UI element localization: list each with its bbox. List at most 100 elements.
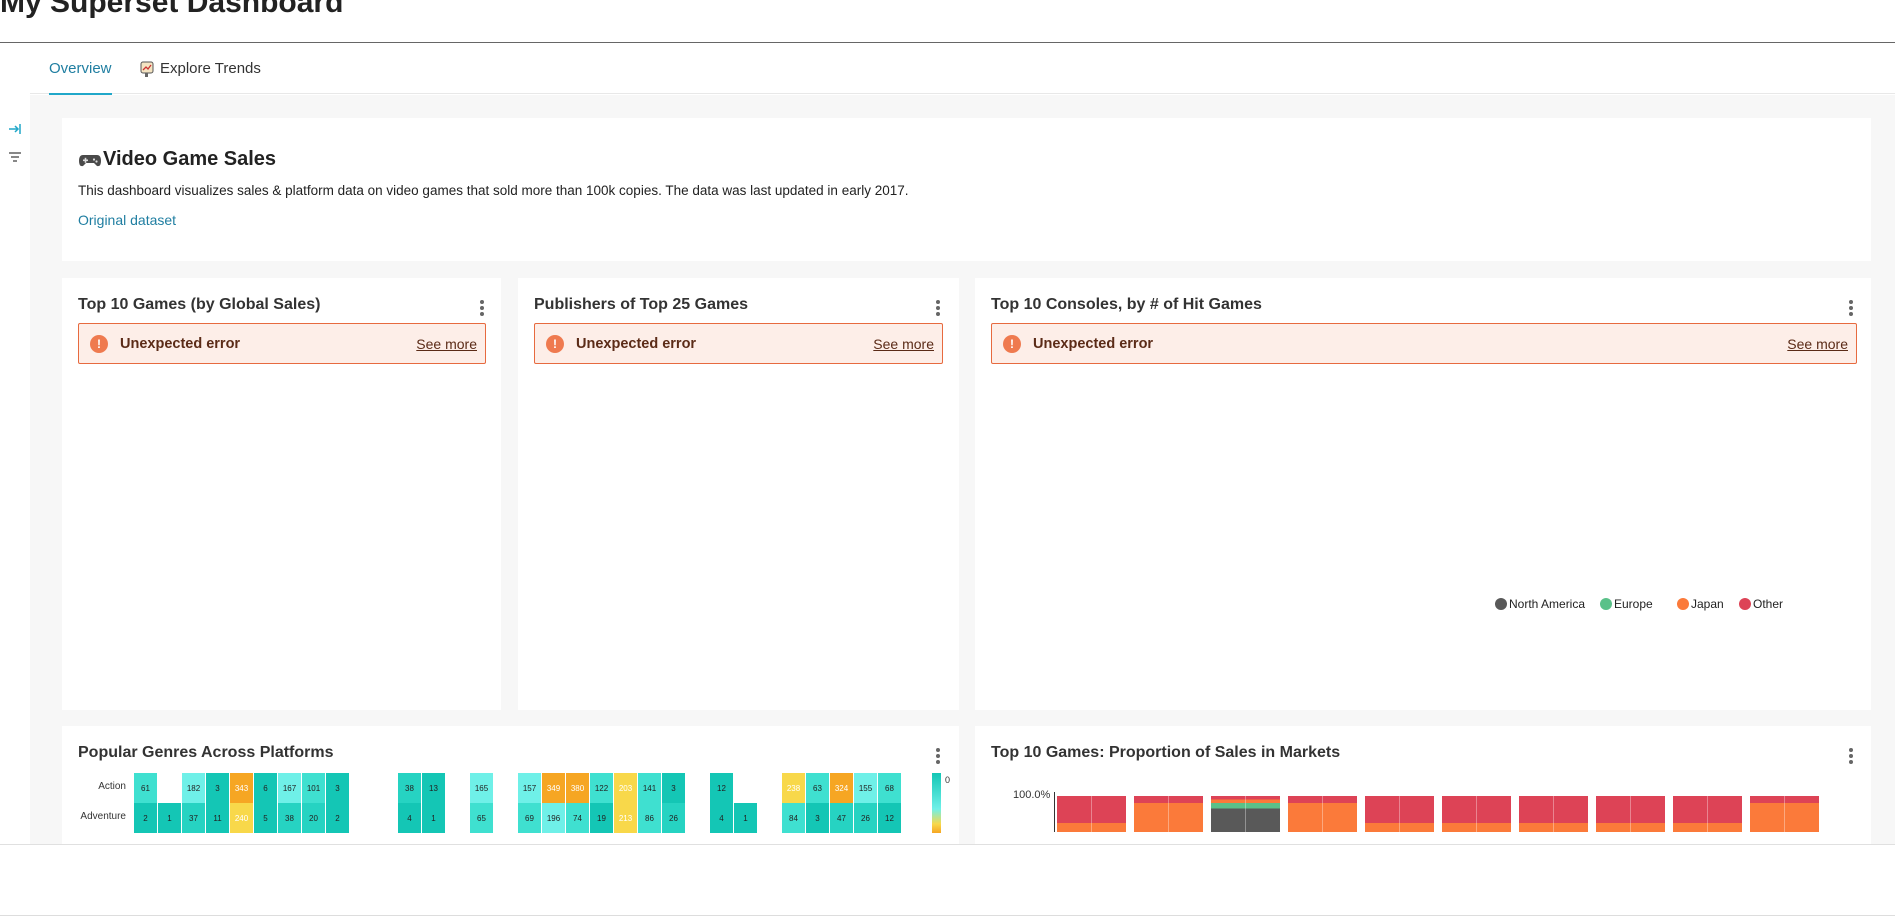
tab-explore-trends-label: Explore Trends [160,60,261,77]
heatmap-cell[interactable]: 37 [182,803,205,833]
market-bar[interactable] [1596,796,1665,832]
tab-explore-trends[interactable]: Explore Trends [139,43,261,94]
heatmap-cell[interactable]: 5 [254,803,277,833]
see-more-link[interactable]: See more [873,336,934,352]
legend-item[interactable]: Japan [1677,597,1724,611]
heatmap-cell[interactable]: 324 [830,773,853,803]
heatmap-cell[interactable]: 157 [518,773,541,803]
heatmap-cell[interactable]: 26 [854,803,877,833]
bar-divider [1630,796,1631,832]
chart-title: Top 10 Games: Proportion of Sales in Mar… [991,744,1341,761]
original-dataset-link[interactable]: Original dataset [78,212,176,228]
heatmap-cell[interactable]: 1 [734,803,757,833]
market-bar[interactable] [1134,796,1203,832]
heatmap-cell[interactable]: 63 [806,773,829,803]
heatmap-cell[interactable]: 349 [542,773,565,803]
heatmap-cell[interactable]: 47 [830,803,853,833]
market-bar[interactable] [1673,796,1742,832]
market-bar[interactable] [1519,796,1588,832]
heatmap-cell[interactable]: 203 [614,773,637,803]
see-more-link[interactable]: See more [416,336,477,352]
heatmap-cell[interactable]: 141 [638,773,661,803]
heatmap-cell[interactable]: 2 [326,803,349,833]
heatmap-cell[interactable]: 238 [782,773,805,803]
heatmap-scale-label: 0 [945,775,951,785]
bottom-panel [0,844,1895,919]
chart-consoles: Top 10 Consoles, by # of Hit Games ! Une… [975,278,1871,710]
legend-label: Japan [1691,597,1724,611]
heatmap-cell[interactable]: 155 [854,773,877,803]
see-more-link[interactable]: See more [1787,336,1848,352]
heatmap-cell[interactable]: 11 [206,803,229,833]
chart-menu-icon[interactable] [1843,746,1859,766]
chart-menu-icon[interactable] [1843,298,1859,318]
heatmap-cell[interactable]: 101 [302,773,325,803]
heatmap-cell[interactable]: 165 [470,773,493,803]
heatmap-cell[interactable]: 20 [302,803,325,833]
intro-title-text: Video Game Sales [103,148,277,170]
heatmap-cell[interactable]: 196 [542,803,565,833]
chart-title: Top 10 Games (by Global Sales) [78,296,321,313]
heatmap-cell[interactable]: 65 [470,803,493,833]
market-bar[interactable] [1365,796,1434,832]
chart-menu-icon[interactable] [474,298,490,318]
error-message: Unexpected error [1033,335,1154,352]
intro-title: Video Game Sales [78,148,1855,171]
heatmap-cell[interactable]: 61 [134,773,157,803]
heatmap-cell[interactable]: 74 [566,803,589,833]
heatmap-cell[interactable]: 19 [590,803,613,833]
heatmap-cell[interactable]: 1 [422,803,445,833]
heatmap-cell[interactable]: 380 [566,773,589,803]
heatmap-cell[interactable]: 26 [662,803,685,833]
chart-emoji-icon [139,60,157,78]
error-message: Unexpected error [576,335,697,352]
heatmap-cell[interactable]: 86 [638,803,661,833]
heatmap-cell[interactable]: 6 [254,773,277,803]
chart-menu-icon[interactable] [930,298,946,318]
heatmap-cell[interactable]: 68 [878,773,901,803]
chart-menu-icon[interactable] [930,746,946,766]
heatmap-cell[interactable]: 213 [614,803,637,833]
chart-title: Publishers of Top 25 Games [534,296,748,313]
heatmap-cell[interactable]: 13 [422,773,445,803]
heatmap-cell[interactable]: 4 [710,803,733,833]
market-bar[interactable] [1211,796,1280,832]
market-bar[interactable] [1288,796,1357,832]
legend-label: Other [1753,597,1784,611]
heatmap-cell[interactable]: 343 [230,773,253,803]
chart-top-games: Top 10 Games (by Global Sales) ! Unexpec… [62,278,501,710]
heatmap-cell[interactable]: 84 [782,803,805,833]
error-icon: ! [1003,334,1021,353]
market-bar[interactable] [1057,796,1126,832]
heatmap-cell[interactable]: 1 [158,803,181,833]
market-bar[interactable] [1442,796,1511,832]
dashboard-content: Video Game Sales This dashboard visualiz… [30,95,1895,844]
heatmap-cell[interactable]: 12 [710,773,733,803]
heatmap-cell[interactable]: 3 [806,803,829,833]
heatmap-cell[interactable]: 167 [278,773,301,803]
heatmap-cell[interactable]: 69 [518,803,541,833]
tab-overview[interactable]: Overview [49,43,112,95]
filter-icon[interactable] [7,149,23,165]
bar-divider [1322,796,1323,832]
legend-item[interactable]: Europe [1600,597,1653,611]
heatmap-cell[interactable]: 12 [878,803,901,833]
heatmap-cell[interactable]: 122 [590,773,613,803]
heatmap-cell[interactable]: 3 [662,773,685,803]
market-bar[interactable] [1750,796,1819,832]
heatmap-cell[interactable]: 182 [182,773,205,803]
expand-panel-icon[interactable] [7,121,23,137]
chart-markets: Top 10 Games: Proportion of Sales in Mar… [975,726,1871,844]
legend-label: Europe [1614,597,1653,611]
dashboard-page: My Superset Dashboard Overview Explore T… [0,0,1895,919]
heatmap-cell[interactable]: 2 [134,803,157,833]
legend-item[interactable]: Other [1739,597,1783,611]
heatmap-cell[interactable]: 38 [398,773,421,803]
heatmap-cell[interactable]: 3 [326,773,349,803]
heatmap-cell[interactable]: 240 [230,803,253,833]
legend-item[interactable]: North America [1495,597,1585,611]
heatmap-cell[interactable]: 3 [206,773,229,803]
error-alert: ! Unexpected error See more [78,323,486,364]
heatmap-cell[interactable]: 38 [278,803,301,833]
heatmap-cell[interactable]: 4 [398,803,421,833]
